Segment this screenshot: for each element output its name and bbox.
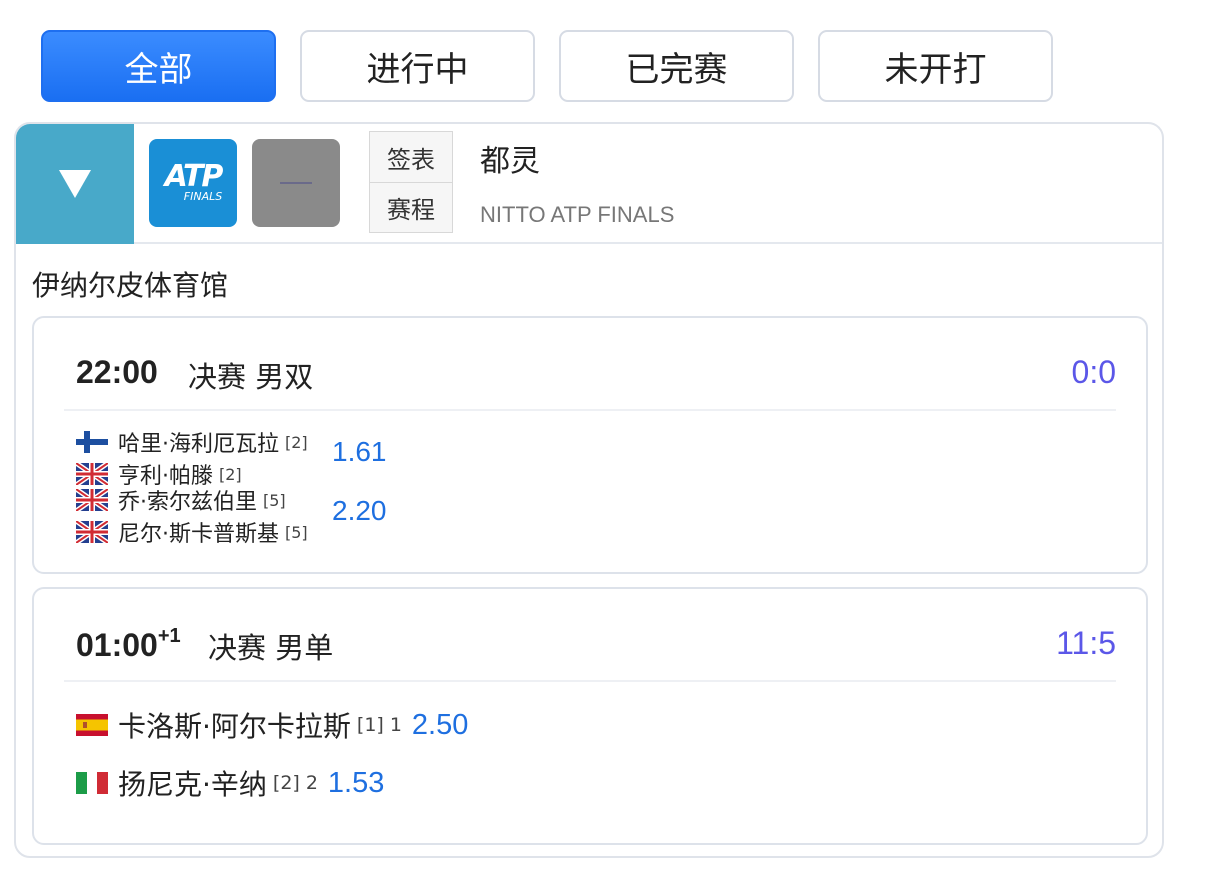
player-row: 扬尼克·辛纳 [2] 2 1.53: [76, 763, 384, 803]
schedule-link[interactable]: 赛程: [370, 182, 452, 232]
player-row: 乔·索尔兹伯里 [5]: [76, 484, 286, 516]
team-odds[interactable]: 2.20: [332, 495, 387, 527]
player-seed: [2]: [285, 432, 308, 452]
logo-subtext: FINALS: [183, 190, 223, 203]
match-time: 22:00: [76, 354, 158, 390]
player-name: 卡洛斯·阿尔卡拉斯: [118, 710, 351, 743]
atp-finals-logo: ATP FINALS: [149, 139, 237, 227]
player-sets: 1: [389, 714, 402, 736]
player-seed: [2]: [272, 772, 300, 794]
match-header: 22:00 决赛 男双 0:0: [64, 318, 1116, 411]
filter-tabs: 全部 进行中 已完赛 未开打: [41, 30, 1053, 102]
tab-finished[interactable]: 已完赛: [559, 30, 794, 102]
day-offset: +1: [157, 625, 181, 647]
match-header: 01:00+1 决赛 男单 11:5: [64, 589, 1116, 682]
player-sets: 2: [305, 772, 318, 794]
event-card: ATP FINALS 签表 赛程 都灵 NITTO ATP FINALS 伊纳尔…: [14, 122, 1164, 858]
venue-name: 伊纳尔皮体育馆: [32, 269, 229, 302]
match-card[interactable]: 01:00+1 决赛 男单 11:5 卡洛斯·阿尔卡拉斯 [1] 1 2.50 …: [32, 587, 1148, 845]
player-row: 尼尔·斯卡普斯基 [5]: [76, 516, 308, 548]
tab-not-started[interactable]: 未开打: [818, 30, 1053, 102]
collapse-button[interactable]: [16, 124, 134, 244]
player-seed: [2]: [219, 464, 242, 484]
triangle-down-icon: [59, 170, 91, 198]
player-seed: [5]: [285, 522, 308, 542]
match-score: 11:5: [1056, 625, 1116, 661]
logo-text: ATP: [164, 159, 224, 194]
tab-all[interactable]: 全部: [41, 30, 276, 102]
player-name: 哈里·海利厄瓦拉: [118, 432, 279, 457]
event-name: NITTO ATP FINALS: [480, 202, 675, 227]
player-name: 乔·索尔兹伯里: [118, 490, 257, 515]
match-score: 0:0: [1071, 354, 1116, 390]
italy-flag-icon: [76, 772, 108, 794]
sponsor-logo: [252, 139, 340, 227]
player-seed: [5]: [263, 490, 286, 510]
player-seed: [1]: [356, 714, 384, 736]
finland-flag-icon: [76, 431, 108, 453]
event-header: ATP FINALS 签表 赛程 都灵 NITTO ATP FINALS: [16, 124, 1162, 244]
match-round: 决赛 男单: [208, 631, 334, 665]
event-city: 都灵: [480, 144, 540, 179]
spain-flag-icon: [76, 714, 108, 736]
player-row: 卡洛斯·阿尔卡拉斯 [1] 1 2.50: [76, 705, 468, 745]
player-odds[interactable]: 2.50: [412, 709, 468, 742]
uk-flag-icon: [76, 463, 108, 485]
match-round: 决赛 男双: [188, 360, 314, 394]
match-card[interactable]: 22:00 决赛 男双 0:0 哈里·海利厄瓦拉 [2] 亨利·帕滕 [2] 1…: [32, 316, 1148, 574]
draw-link[interactable]: 签表: [370, 132, 452, 182]
player-name: 扬尼克·辛纳: [118, 768, 267, 801]
match-time: 01:00+1: [76, 625, 181, 663]
team-odds[interactable]: 1.61: [332, 436, 387, 468]
player-odds[interactable]: 1.53: [328, 767, 384, 800]
tab-in-progress[interactable]: 进行中: [300, 30, 535, 102]
event-links: 签表 赛程: [369, 131, 453, 233]
uk-flag-icon: [76, 521, 108, 543]
uk-flag-icon: [76, 489, 108, 511]
player-row: 哈里·海利厄瓦拉 [2]: [76, 426, 308, 458]
player-name: 尼尔·斯卡普斯基: [118, 522, 279, 547]
